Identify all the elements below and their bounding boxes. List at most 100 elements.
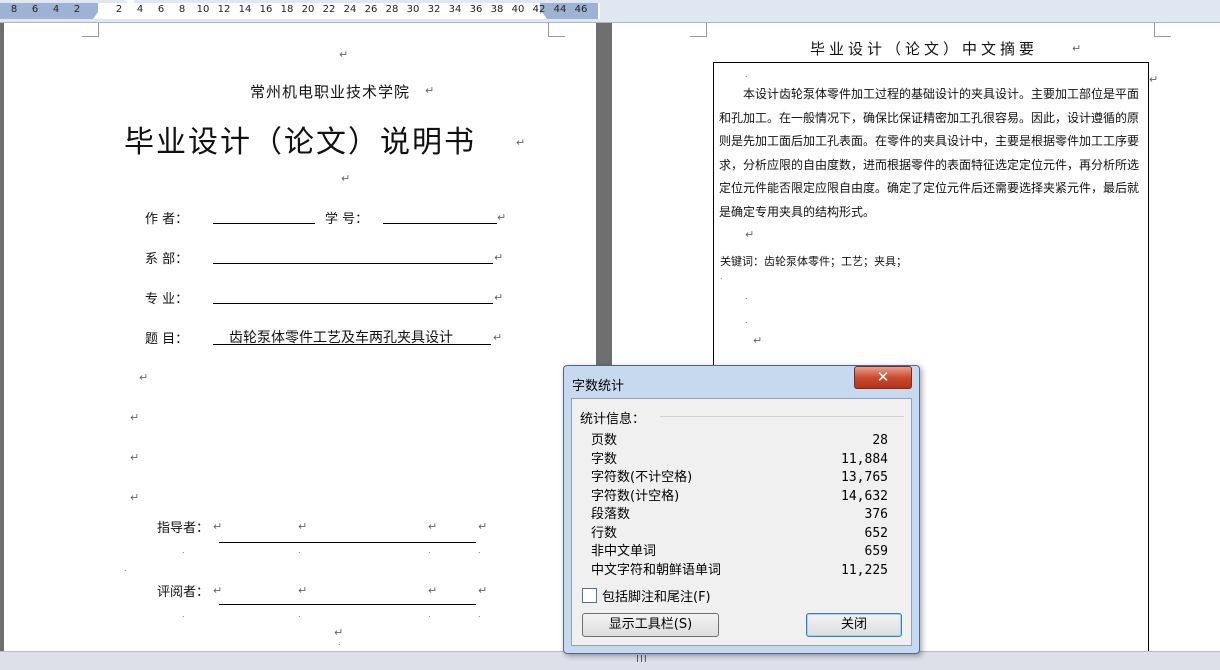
ruler-tick-label: 18 [280,4,294,15]
dialog-title: 字数统计 [572,379,625,394]
word-count-dialog[interactable]: 字数统计 ✕ 统计信息： 页数 28 字数 11,884 字符数(不计空格) 1… [563,365,920,654]
paragraph-mark: ↵ [1149,73,1159,86]
paragraph-mark: ↵ [494,251,504,264]
ruler-tick-label: 4 [136,4,144,15]
ruler-tick-label: 12 [217,4,231,15]
major-label: 专 业： [145,292,189,307]
include-footnotes-label[interactable]: 包括脚注和尾注(F) [602,586,711,605]
cell-mark: ↵ [428,520,438,533]
paragraph-mark: ↵ [339,48,349,61]
stat-value: 659 [864,544,888,559]
left-indent-marker[interactable] [93,12,103,19]
dot-mark: . [745,70,748,79]
ruler-tick-label: 36 [469,4,483,15]
abstract-line: 本设计齿轮泵体零件加工过程的基础设计的夹具设计。主要加工部位是平面 [743,87,1140,101]
stat-value: 14,632 [841,488,888,504]
ruler-tick-label: 6 [157,4,165,15]
crop-mark [548,23,565,37]
abstract-line: 定位元件能否限定应限自由度。确定了定位元件后还需要选择夹紧元件，最后就 [719,181,1140,195]
cell-mark: ↵ [428,584,438,597]
abstract-line: 求，分析应限的自由度数，进而根据零件的表面特征选定定位元件，再分析所选 [719,157,1140,172]
ruler-tick-label: 40 [511,4,525,15]
cell-mark: ↵ [478,584,488,597]
ruler-tick-label: 30 [406,4,420,15]
topic-label: 题 目： [145,332,189,347]
dot-mark: . [745,316,748,325]
ruler-tick-label: 8 [178,4,186,15]
stat-label: 段落数 [591,507,631,522]
abstract-keywords: 关键词：齿轮泵体零件；工艺；夹具； [720,255,907,268]
crop-mark [82,23,99,37]
paragraph-mark: ↵ [516,136,526,149]
close-button[interactable]: 关闭 [806,613,902,637]
major-field[interactable] [213,303,493,304]
reviewer-label: 评阅者： [157,585,210,600]
right-indent-marker[interactable] [537,12,547,19]
stat-label: 中文字符和朝鲜语单词 [591,562,722,578]
first-line-indent-marker[interactable] [125,0,135,7]
cell-mark: ↵ [298,520,308,533]
dot-mark: . [478,546,481,555]
ruler-tick-label: 14 [238,4,252,15]
horizontal-ruler[interactable]: 8 6 4 2 2 4 6 8 10 12 14 16 18 20 22 24 26 28 30 32 34 36 38 40… [0,0,1220,23]
close-x-icon[interactable]: ✕ [854,366,912,389]
paragraph-mark: ↵ [753,334,763,347]
stat-label: 行数 [591,525,618,541]
school-name: 常州机电职业技术学院 [250,83,411,101]
ruler-margin-right [540,3,598,19]
cover-title: 毕业设计（论文）说明书 [124,125,476,160]
dot-mark: . [124,564,127,573]
paragraph-mark: ↵ [494,291,504,304]
dot-mark: . [428,610,431,619]
cell-mark: ↵ [478,520,488,533]
crop-mark [1154,23,1171,37]
ruler-tick-label: 28 [385,4,399,15]
advisor-field[interactable] [219,542,476,543]
ruler-tick-label: 2 [73,4,81,15]
paragraph-mark: ↵ [493,331,503,344]
dept-field[interactable] [213,263,493,264]
ruler-tick-label: 22 [322,4,336,15]
splitter-grip-icon[interactable]: III [636,654,648,665]
stat-value: 28 [872,433,888,448]
stat-non-chinese-words: 非中文单词 659 [591,543,888,561]
ruler-tick-label: 16 [259,4,273,15]
ruler-tick-label: 10 [196,4,210,15]
dot-mark: . [182,546,185,555]
stat-label: 字数 [591,451,618,467]
ruler-tick-label: 6 [31,4,39,15]
stat-pages: 页数 28 [591,432,888,450]
stat-chars-no-spaces: 字符数(不计空格) 13,765 [591,469,888,487]
stat-value: 652 [864,525,888,541]
ruler-tick-label: 38 [490,4,504,15]
ruler-tick-label: 44 [553,4,567,15]
stat-label: 字符数(计空格) [591,488,680,504]
reviewer-field[interactable] [219,604,476,605]
dot-mark: . [298,546,301,555]
cell-mark: ↵ [213,520,223,533]
paragraph-mark: ↵ [341,172,351,185]
crop-mark [690,23,707,37]
dialog-body: 统计信息： 页数 28 字数 11,884 字符数(不计空格) 13,765 字… [571,398,912,646]
advisor-label: 指导者： [157,521,210,536]
stat-value: 13,765 [841,470,888,485]
paragraph-mark: ↵ [745,228,755,241]
paragraph-mark: ↵ [1072,42,1082,55]
stat-value: 376 [864,507,888,522]
stat-label: 非中文单词 [591,544,657,559]
ruler-tick-label: 26 [364,4,378,15]
dot-mark: . [298,610,301,619]
stat-words: 字数 11,884 [591,451,888,469]
student-no-field[interactable] [383,223,497,224]
paragraph-mark: ↵ [497,211,507,224]
dot-mark: . [428,546,431,555]
dot-mark: . [182,610,185,619]
ruler-tick-label: 4 [52,4,60,15]
show-toolbar-button[interactable]: 显示工具栏(S) [582,613,719,637]
cell-mark: ↵ [213,584,223,597]
ruler-tick-label: 2 [115,4,123,15]
author-field[interactable] [213,223,315,224]
student-no-label: 学 号： [325,212,369,227]
abstract-line: 是确定专用夹具的结构形式。 [719,204,876,219]
include-footnotes-checkbox[interactable] [582,588,597,603]
